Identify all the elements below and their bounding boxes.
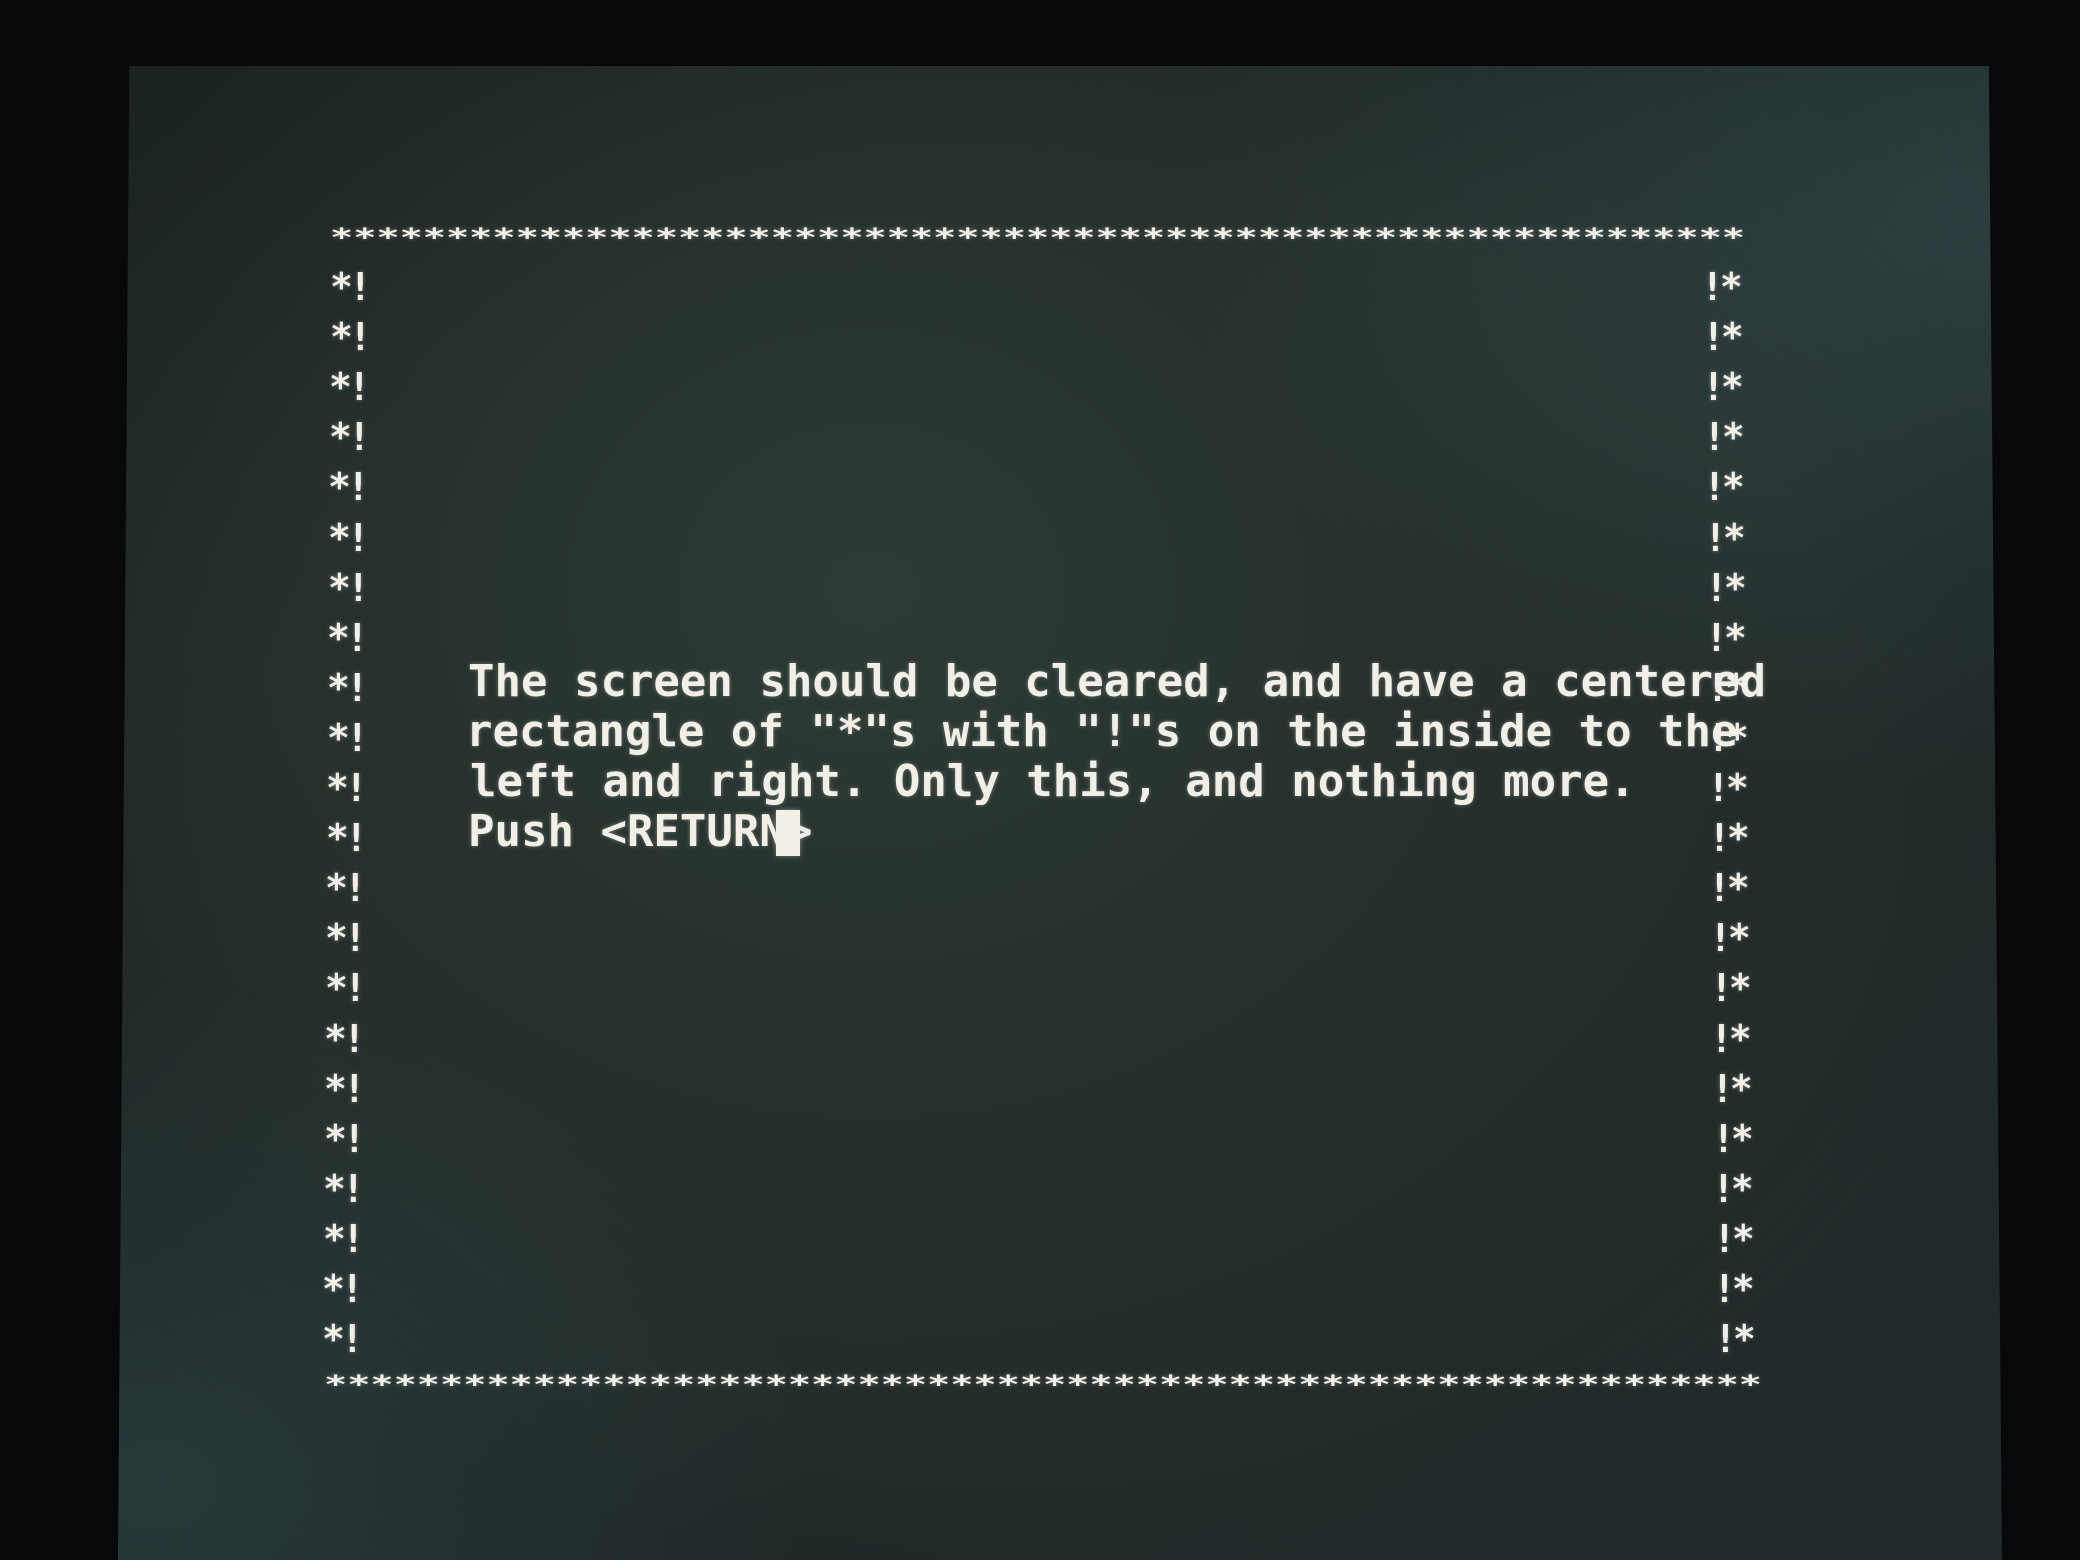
right-border-cell: !* [1708,816,1750,860]
right-border-cell: !* [1710,1017,1752,1061]
border-top: ****************************************… [330,223,1745,252]
left-border-cell: *! [329,365,371,409]
left-border-cell: *! [328,516,370,560]
right-border-cell: !* [1709,916,1751,960]
right-border-cell: !* [1701,265,1743,309]
message-line-2: rectangle of "*"s with "!"s on the insid… [466,706,1738,757]
right-border-cell: !* [1713,1267,1755,1311]
right-border-cell: !* [1702,315,1744,359]
left-border-cell: *! [330,265,372,309]
right-border-cell: !* [1714,1317,1756,1361]
left-border-cell: *! [323,1167,365,1211]
return-prompt[interactable]: Push <RETURN> [468,810,812,854]
left-border-cell: *! [324,1067,366,1111]
right-border-cell: !* [1704,516,1746,560]
left-border-cell: *! [325,866,367,910]
right-border-cell: !* [1712,1167,1754,1211]
right-border-cell: !* [1702,365,1744,409]
right-border-cell: !* [1705,566,1747,610]
left-border-cell: *! [328,566,370,610]
text-cursor [776,810,800,856]
left-border-cell: *! [324,1017,366,1061]
border-bottom: ****************************************… [324,1370,1762,1399]
left-border-cell: *! [327,716,369,760]
right-border-cell: !* [1703,415,1745,459]
right-border-cell: !* [1707,766,1749,810]
right-border-cell: !* [1712,1117,1754,1161]
left-border-cell: *! [323,1217,365,1261]
right-border-cell: !* [1708,866,1750,910]
left-border-cell: *! [327,616,369,660]
left-border-cell: *! [325,916,367,960]
message-line-1: The screen should be cleared, and have a… [468,656,1767,707]
left-border-cell: *! [322,1267,364,1311]
left-border-cell: *! [325,966,367,1010]
left-border-cell: *! [326,816,368,860]
right-border-cell: !* [1710,966,1752,1010]
left-border-cell: *! [329,415,371,459]
message-line-3: left and right. Only this, and nothing m… [470,756,1636,807]
right-border-cell: !* [1703,465,1745,509]
left-border-cell: *! [330,315,372,359]
left-border-cell: *! [322,1317,364,1361]
left-border-cell: *! [324,1117,366,1161]
left-border-cell: *! [327,666,369,710]
right-border-cell: !* [1713,1217,1755,1261]
left-border-cell: *! [328,465,370,509]
right-border-cell: !* [1711,1067,1753,1111]
left-border-cell: *! [326,766,368,810]
right-border-cell: !* [1705,616,1747,660]
